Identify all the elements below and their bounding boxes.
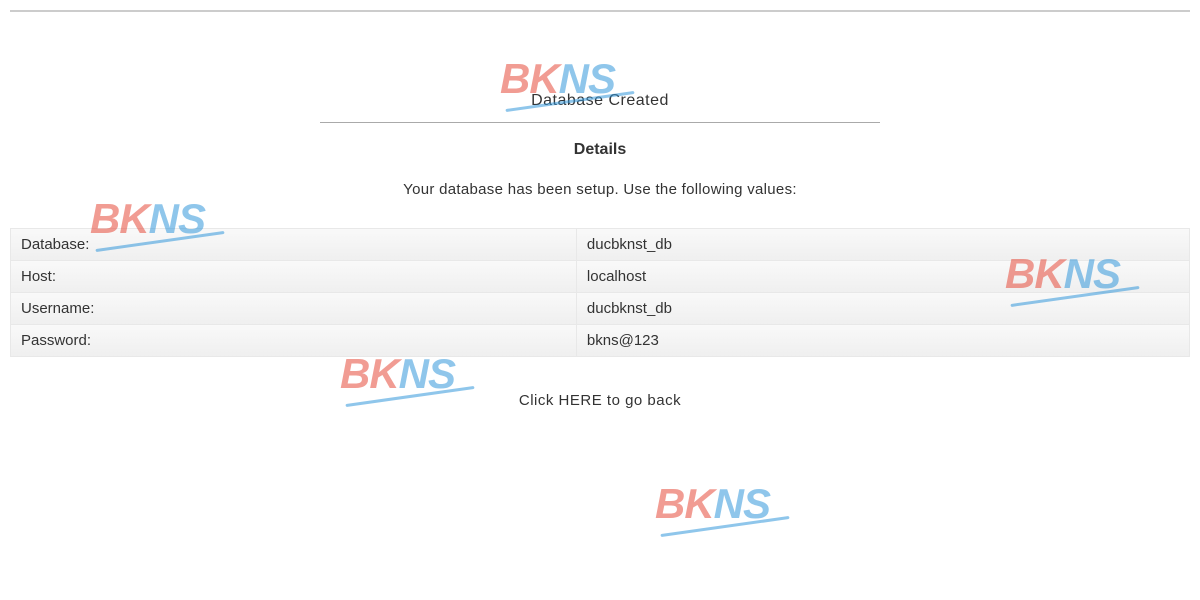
back-prefix: Click: [519, 392, 559, 409]
value-host: localhost: [576, 261, 1189, 293]
table-row: Host: localhost: [11, 261, 1190, 293]
top-border: [10, 10, 1190, 12]
setup-message: Your database has been setup. Use the fo…: [10, 181, 1190, 198]
table-row: Password: bkns@123: [11, 325, 1190, 357]
value-database: ducbknst_db: [576, 229, 1189, 261]
status-text: Database Created: [10, 92, 1190, 110]
value-password: bkns@123: [576, 325, 1189, 357]
label-password: Password:: [11, 325, 577, 357]
divider: [320, 122, 880, 123]
watermark-logo: BKNS: [655, 480, 770, 528]
details-table: Database: ducbknst_db Host: localhost Us…: [10, 228, 1190, 357]
page-container: Database Created Details Your database h…: [0, 0, 1200, 419]
table-row: Database: ducbknst_db: [11, 229, 1190, 261]
label-username: Username:: [11, 293, 577, 325]
label-host: Host:: [11, 261, 577, 293]
table-row: Username: ducbknst_db: [11, 293, 1190, 325]
back-suffix: to go back: [602, 392, 681, 409]
value-username: ducbknst_db: [576, 293, 1189, 325]
back-link[interactable]: HERE: [559, 392, 603, 409]
back-link-row: Click HERE to go back: [10, 392, 1190, 409]
label-database: Database:: [11, 229, 577, 261]
details-heading: Details: [10, 141, 1190, 159]
